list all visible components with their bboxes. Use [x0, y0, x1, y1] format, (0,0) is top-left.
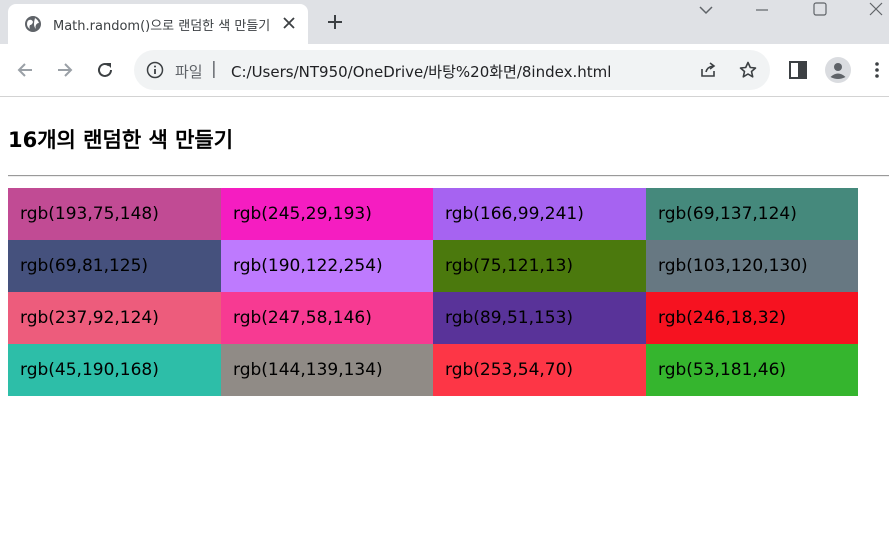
kebab-menu-icon[interactable] [866, 59, 888, 81]
color-cell: rgb(53,181,46) [646, 344, 858, 396]
globe-icon [25, 16, 41, 32]
address-bar[interactable]: 파일 | C:/Users/NT950/OneDrive/바탕%20화면/8in… [134, 50, 770, 90]
tab-strip: Math.random()으로 랜덤한 색 만들기 [0, 0, 889, 44]
color-cell: rgb(245,29,193) [221, 188, 433, 240]
color-cell: rgb(144,139,134) [221, 344, 433, 396]
reload-icon[interactable] [94, 59, 116, 81]
color-cell: rgb(253,54,70) [433, 344, 646, 396]
maximize-icon[interactable] [810, 0, 830, 20]
color-cell: rgb(190,122,254) [221, 240, 433, 292]
color-cell: rgb(193,75,148) [8, 188, 221, 240]
browser-toolbar: 파일 | C:/Users/NT950/OneDrive/바탕%20화면/8in… [0, 44, 889, 96]
tab-title: Math.random()으로 랜덤한 색 만들기 [53, 19, 271, 34]
color-cell: rgb(247,58,146) [221, 292, 433, 344]
arrow-left-icon[interactable] [14, 59, 36, 81]
arrow-right-icon[interactable] [54, 59, 76, 81]
color-cell: rgb(237,92,124) [8, 292, 221, 344]
url-text[interactable]: C:/Users/NT950/OneDrive/바탕%20화면/8index.h… [231, 61, 611, 82]
color-cell: rgb(166,99,241) [433, 188, 646, 240]
chevron-down-icon[interactable] [696, 0, 716, 20]
close-icon[interactable] [280, 14, 298, 32]
color-cell: rgb(69,137,124) [646, 188, 858, 240]
side-panel-icon[interactable] [787, 59, 809, 81]
share-icon[interactable] [698, 60, 718, 80]
toolbar-divider [0, 96, 889, 97]
url-separator: | [211, 59, 217, 79]
horizontal-rule [8, 175, 889, 177]
minimize-icon[interactable] [752, 0, 772, 20]
browser-tab[interactable]: Math.random()으로 랜덤한 색 만들기 [8, 4, 308, 44]
url-scheme-label: 파일 [175, 63, 203, 81]
window-close-icon[interactable] [866, 0, 886, 20]
color-grid: rgb(193,75,148) rgb(245,29,193) rgb(166,… [8, 188, 858, 396]
color-cell: rgb(75,121,13) [433, 240, 646, 292]
page-title: 16개의 랜덤한 색 만들기 [8, 128, 234, 152]
plus-icon[interactable] [325, 12, 345, 32]
color-cell: rgb(69,81,125) [8, 240, 221, 292]
profile-icon[interactable] [825, 57, 851, 83]
info-icon[interactable] [146, 61, 164, 79]
star-icon[interactable] [738, 60, 758, 80]
color-cell: rgb(246,18,32) [646, 292, 858, 344]
color-cell: rgb(103,120,130) [646, 240, 858, 292]
color-cell: rgb(45,190,168) [8, 344, 221, 396]
color-cell: rgb(89,51,153) [433, 292, 646, 344]
